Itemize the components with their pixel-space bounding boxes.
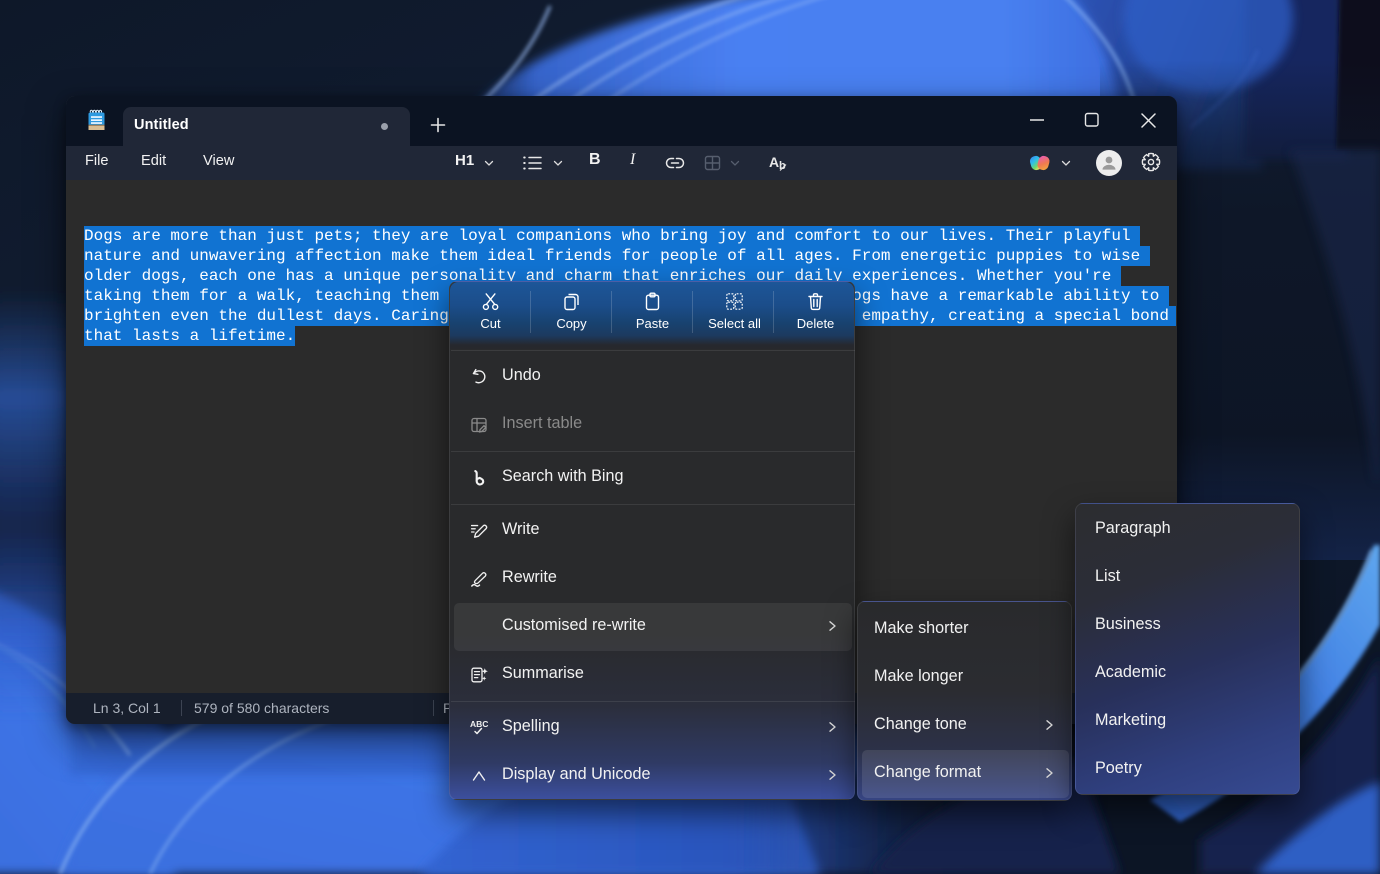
svg-text:A: A	[769, 154, 779, 170]
svg-text:ABC: ABC	[470, 719, 488, 729]
